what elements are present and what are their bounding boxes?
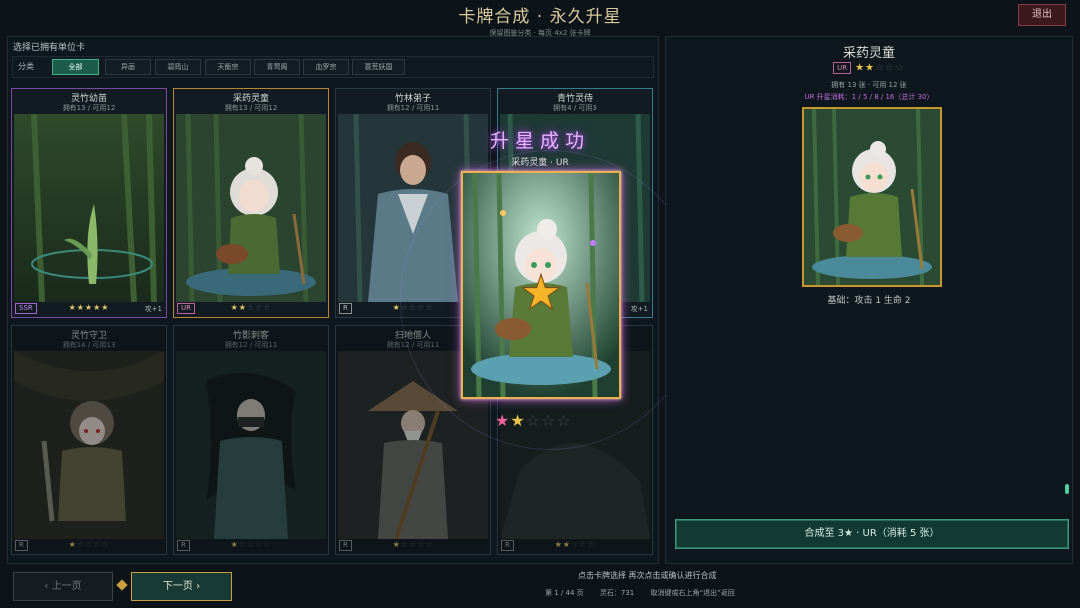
card-footer: R ★★☆☆☆ [498,540,652,552]
exit-button[interactable]: 退出 [1018,4,1066,26]
panel-heading: 选择已拥有单位卡 [13,43,86,53]
filter-tab-biyunshan[interactable]: 碧筠山 [155,59,201,75]
upgrade-success-subtitle: 采药灵童 · UR [511,158,569,168]
card-count: 拥有14 / 可用13 [62,341,116,349]
card-stars: ★★★★★ [68,303,110,312]
card-stars: ★★☆☆☆ [230,303,272,312]
filter-tab-suohuangyaoguo[interactable]: 蓑荒妖国 [352,59,405,75]
selection-hint: 点击卡牌选择 再次点击或确认进行合成 [578,571,717,580]
card-art [176,114,326,302]
card-footer: R ★☆☆☆☆ [336,540,490,552]
page-indicator-diamond-icon [116,579,128,591]
detail-rarity-row: UR ★★☆☆☆ [666,62,1072,74]
card-stars: ★★☆☆☆ [554,540,596,549]
card-count: 拥有12 / 可用11 [224,341,278,349]
spirit-stone-count: 灵石：731 [599,589,635,597]
exit-hint: 取消键或右上角“退出”返回 [650,589,735,597]
card-footer: UR ★★☆☆☆ [174,303,328,315]
upgraded-star-rating: ★★☆☆☆ [495,411,572,430]
card-count: 拥有13 / 可用12 [62,104,116,112]
card-footer: R ★☆☆☆☆ [12,540,166,552]
svg-text:★: ★ [519,265,562,321]
card-bonus: 攻+1 [144,305,162,313]
card-art [14,351,164,539]
detail-card-name: 采药灵童 [842,46,895,61]
filter-tab-xueluozong[interactable]: 血罗宗 [303,59,349,75]
filter-tab-tianhengzong[interactable]: 天衡宗 [205,59,251,75]
next-page-button[interactable]: 下一页 › [131,572,232,601]
filter-tab-alt-art[interactable]: 异画 [105,59,151,75]
unit-card[interactable]: 灵竹守卫 拥有14 / 可用13 R ★☆☆☆☆ [11,325,167,555]
card-footer: R ★☆☆☆☆ [174,540,328,552]
card-detail-panel: 采药灵童 UR ★★☆☆☆ 拥有 13 张 · 可用 12 张 UR 升星消耗：1… [665,36,1073,564]
card-count: 拥有12 / 可用11 [386,104,440,112]
merge-button[interactable]: 合成至 3★ · UR（消耗 5 张） [675,519,1069,549]
card-stars: ★☆☆☆☆ [68,540,110,549]
card-count: 拥有13 / 可用12 [224,104,278,112]
card-footer: SSR ★★★★★ 攻+1 [12,303,166,315]
unit-card[interactable]: 灵竹幼苗 拥有13 / 可用12 SSR ★★★★★ 攻+1 [11,88,167,318]
page-title: 卡牌合成 · 永久升星 [458,7,622,27]
detail-owned-count: 拥有 13 张 · 可用 12 张 [831,81,907,89]
detail-base-stats: 基础：攻击 1 生命 2 [827,296,911,306]
card-stars: ★☆☆☆☆ [230,540,272,549]
card-art [14,114,164,302]
card-stars: ★☆☆☆☆ [392,540,434,549]
status-line: 第 1 / 44 页 灵石：731 取消键或右上角“退出”返回 [545,588,749,598]
filter-tab-qingyingge[interactable]: 青莺阁 [254,59,300,75]
header: 卡牌合成 · 永久升星 保留图鉴分类 · 每页 4x2 张卡牌 [0,0,1080,37]
filter-label: 分类 [18,62,34,71]
detail-rarity-badge: UR [833,62,852,74]
category-filter-bar: 分类 全部 异画 碧筠山 天衡宗 青莺阁 血罗宗 蓑荒妖国 [12,56,654,78]
unit-card[interactable]: 采药灵童 拥有13 / 可用12 UR ★★☆☆☆ [173,88,329,318]
upgrade-success-title: 升星成功 [489,130,590,152]
unit-card[interactable]: 竹影刺客 拥有12 / 可用11 R ★☆☆☆☆ [173,325,329,555]
card-art [176,351,326,539]
detail-upgrade-cost: UR 升星消耗：1 / 5 / 8 / 16（总计 30） [804,93,934,101]
scroll-indicator[interactable] [1065,484,1069,494]
card-count: 拥有4 / 可用3 [553,104,597,112]
page-info: 第 1 / 44 页 [545,589,584,597]
detail-star-rating: ★★☆☆☆ [855,62,905,74]
prev-page-button[interactable]: ‹ 上一页 [13,572,113,601]
filter-tab-all[interactable]: 全部 [52,59,99,75]
upgraded-card: ★ [461,171,621,399]
detail-card-image [802,107,942,287]
